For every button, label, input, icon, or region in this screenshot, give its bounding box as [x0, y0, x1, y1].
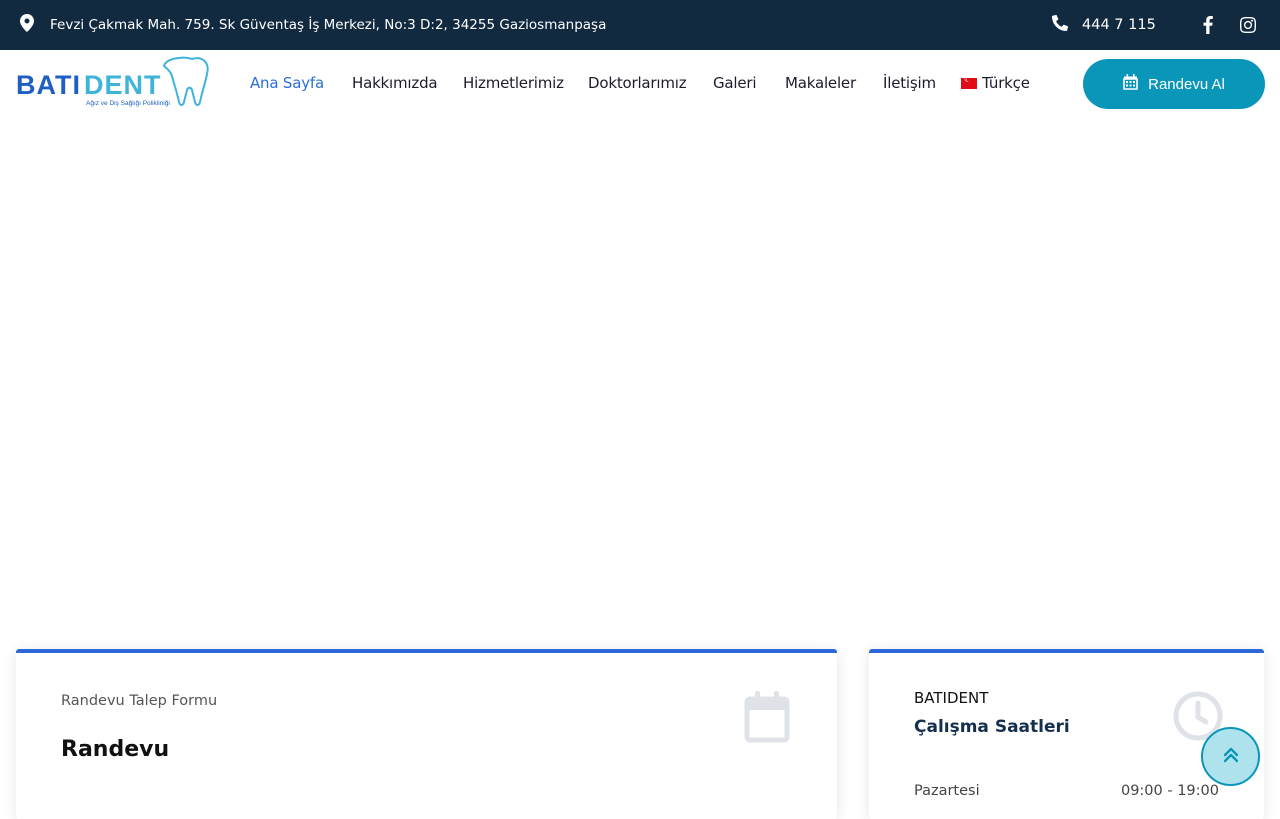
hours-card-title: Çalışma Saatleri [914, 717, 1070, 737]
top-info-bar: Fevzi Çakmak Mah. 759. Sk Güventaş İş Me… [0, 0, 1280, 50]
svg-text:Ağız ve Diş Sağlığı Polikliniğ: Ağız ve Diş Sağlığı Polikliniği [86, 100, 170, 107]
nav-item-makaleler[interactable]: Makaleler [785, 74, 856, 92]
nav-item-iletisim[interactable]: İletişim [883, 74, 936, 92]
language-label: Türkçe [982, 74, 1030, 92]
hours-time: 09:00 - 19:00 [1120, 783, 1219, 799]
nav-item-hizmetlerimiz[interactable]: Hizmetlerimiz [463, 74, 564, 92]
address-text: Fevzi Çakmak Mah. 759. Sk Güventaş İş Me… [50, 17, 607, 33]
language-selector[interactable]: Türkçe [961, 74, 1030, 92]
svg-text:DENT: DENT [84, 70, 162, 100]
nav-item-galeri[interactable]: Galeri [713, 74, 757, 92]
appointment-card-title: Randevu [61, 737, 170, 762]
facebook-icon[interactable] [1203, 0, 1213, 50]
appointment-card-subtitle: Randevu Talep Formu [61, 693, 218, 709]
hero-area [0, 118, 1280, 648]
hours-card-brand: BATIDENT [914, 689, 989, 707]
appointment-button-label: Randevu Al [1148, 75, 1225, 93]
appointment-card: Randevu Talep Formu Randevu [16, 649, 837, 819]
appointment-button[interactable]: Randevu Al [1083, 59, 1265, 109]
calendar-icon [1123, 74, 1138, 94]
double-chevron-up-icon [1223, 747, 1238, 767]
nav-item-doktorlarimiz[interactable]: Doktorlarımız [588, 74, 687, 92]
phone-icon [1052, 14, 1069, 35]
phone-number: 444 7 115 [1082, 17, 1156, 33]
scroll-top-button[interactable] [1201, 727, 1260, 786]
phone-link[interactable]: 444 7 115 [1052, 0, 1156, 50]
main-header: BATI DENT Ağız ve Diş Sağlığı Polikliniğ… [0, 50, 1280, 118]
site-logo[interactable]: BATI DENT Ağız ve Diş Sağlığı Polikliniğ… [16, 56, 210, 110]
nav-item-hakkimizda[interactable]: Hakkımızda [352, 74, 438, 92]
map-marker-icon [20, 14, 34, 36]
address-block: Fevzi Çakmak Mah. 759. Sk Güventaş İş Me… [20, 0, 606, 50]
instagram-icon[interactable] [1240, 0, 1256, 50]
turkey-flag-icon [961, 75, 977, 89]
nav-item-ana-sayfa[interactable]: Ana Sayfa [250, 74, 324, 92]
hours-day: Pazartesi [914, 783, 980, 799]
svg-text:BATI: BATI [16, 70, 81, 100]
calendar-icon [744, 691, 790, 747]
working-hours-card: BATIDENT Çalışma Saatleri Pazartesi 09:0… [869, 649, 1264, 819]
